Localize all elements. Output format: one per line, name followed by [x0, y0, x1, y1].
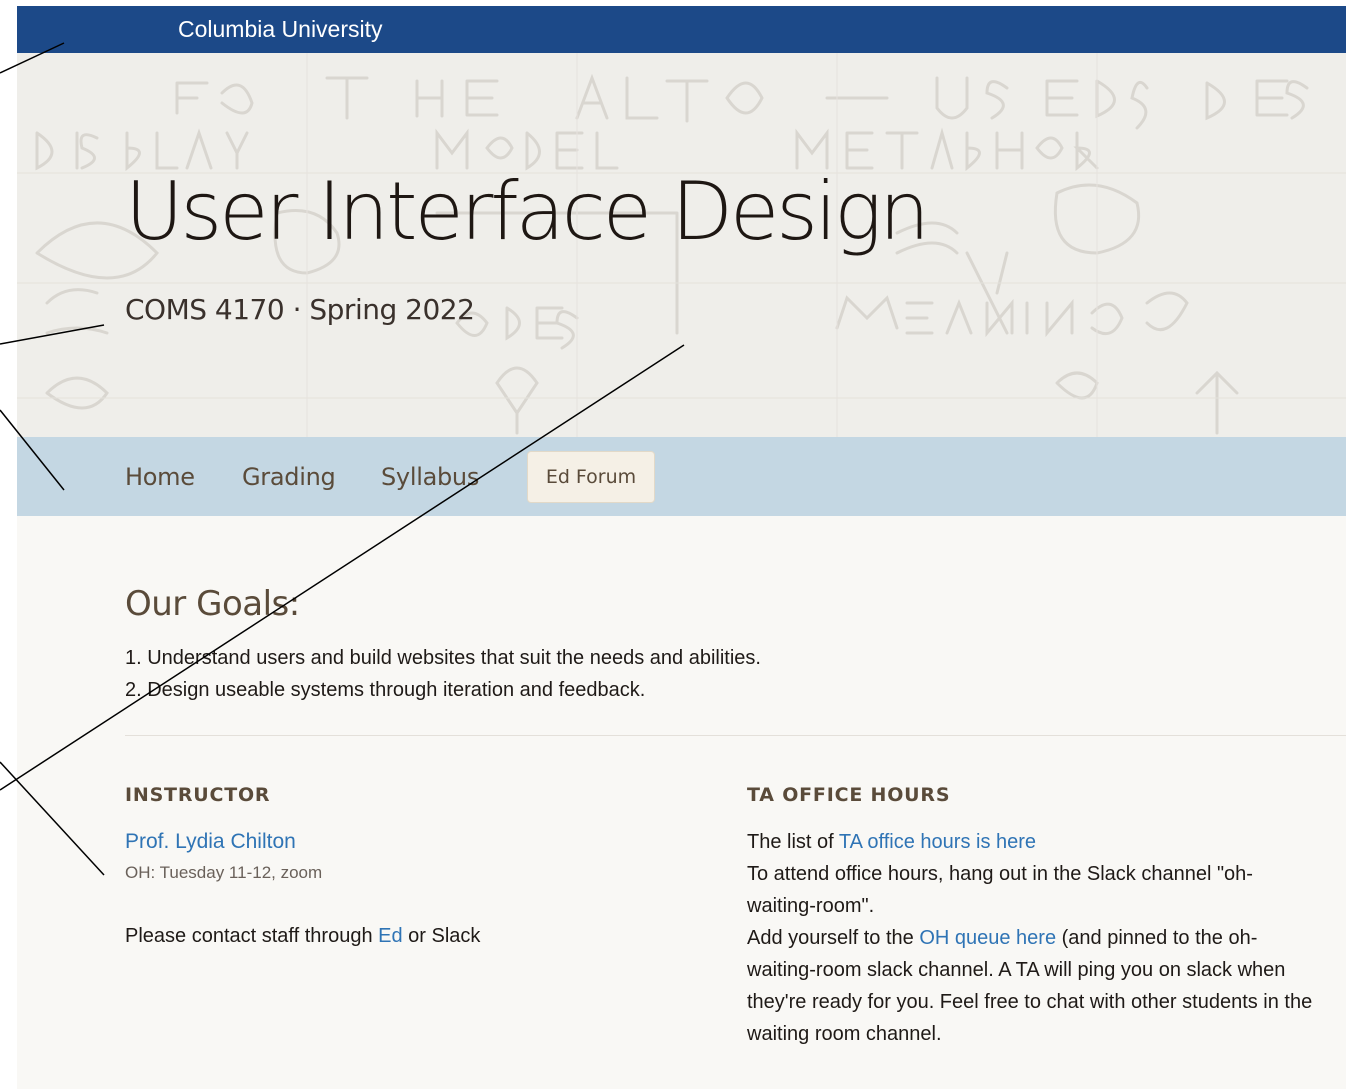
nav-syllabus[interactable]: Syllabus [381, 463, 479, 491]
goal-item: 1. Understand users and build websites t… [125, 647, 761, 669]
instructor-section: INSTRUCTOR Prof. Lydia Chilton OH: Tuesd… [125, 784, 480, 952]
contact-suffix: or Slack [402, 925, 481, 947]
contact-prefix: Please contact staff through [125, 925, 379, 947]
oh-queue-link[interactable]: OH queue here [919, 927, 1056, 949]
goals-heading: Our Goals: [125, 584, 300, 624]
university-header-bar: Columbia University [17, 6, 1346, 53]
main-nav: Home Grading Syllabus Ed Forum [17, 437, 1346, 516]
course-subtitle: COMS 4170 · Spring 2022 [125, 293, 475, 326]
ed-link[interactable]: Ed [378, 925, 402, 947]
university-name[interactable]: Columbia University [178, 16, 383, 43]
ta-line2: To attend office hours, hang out in the … [747, 863, 1253, 917]
ta-line3-prefix: Add yourself to the [747, 927, 920, 949]
contact-text: Please contact staff through Ed or Slack [125, 920, 480, 952]
nav-home[interactable]: Home [125, 463, 195, 491]
page: Columbia University User Interface Desig… [17, 6, 1346, 1089]
instructor-office-hours: OH: Tuesday 11-12, zoom [125, 863, 323, 882]
ta-office-hours-heading: TA OFFICE HOURS [747, 784, 951, 806]
course-title: User Interface Design [125, 165, 930, 258]
ta-office-hours-text: The list of TA office hours is here To a… [747, 826, 1317, 1050]
hero-banner: User Interface Design COMS 4170 · Spring… [17, 53, 1346, 437]
section-divider [125, 735, 1346, 736]
ed-forum-button[interactable]: Ed Forum [527, 451, 655, 503]
ta-office-hours-link[interactable]: TA office hours is here [839, 831, 1036, 853]
nav-grading[interactable]: Grading [242, 463, 336, 491]
goal-item: 2. Design useable systems through iterat… [125, 679, 646, 701]
ta-office-hours-section: TA OFFICE HOURS The list of TA office ho… [747, 784, 1317, 1050]
instructor-name-link[interactable]: Prof. Lydia Chilton [125, 826, 480, 858]
instructor-heading: INSTRUCTOR [125, 784, 271, 806]
ta-line1-prefix: The list of [747, 831, 839, 853]
